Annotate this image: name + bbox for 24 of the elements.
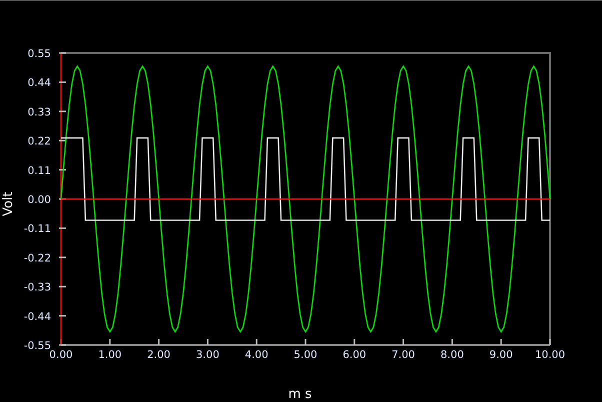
- tick-label: 0.22: [28, 136, 51, 148]
- tick-label: 0.00: [28, 194, 51, 206]
- tick-label: 10.00: [534, 349, 566, 361]
- tick-label: 3.00: [196, 349, 220, 361]
- tick-label: 5.00: [294, 349, 318, 361]
- axis-title: Volt: [1, 192, 16, 216]
- tick-label: -0.33: [24, 282, 51, 294]
- tick-label: -0.55: [24, 340, 51, 352]
- axis-title: m s: [288, 387, 312, 402]
- tick-label: 0.00: [49, 349, 73, 361]
- tick-label: -0.44: [24, 310, 51, 323]
- tick-label: 2.00: [147, 349, 170, 361]
- tick-label: 7.00: [392, 349, 415, 361]
- tick-label: 0.44: [28, 77, 51, 90]
- tick-label: 8.00: [440, 349, 464, 361]
- tick-label: 0.55: [28, 48, 51, 60]
- tick-label: 0.33: [28, 106, 51, 118]
- tick-label: 1.00: [98, 349, 122, 361]
- tick-label: 6.00: [342, 349, 366, 361]
- tick-label: 9.00: [489, 349, 513, 361]
- tick-label: 0.11: [28, 164, 51, 177]
- tick-label: 4.00: [244, 349, 268, 361]
- tick-label: -0.11: [24, 223, 51, 236]
- tick-label: -0.22: [24, 252, 51, 264]
